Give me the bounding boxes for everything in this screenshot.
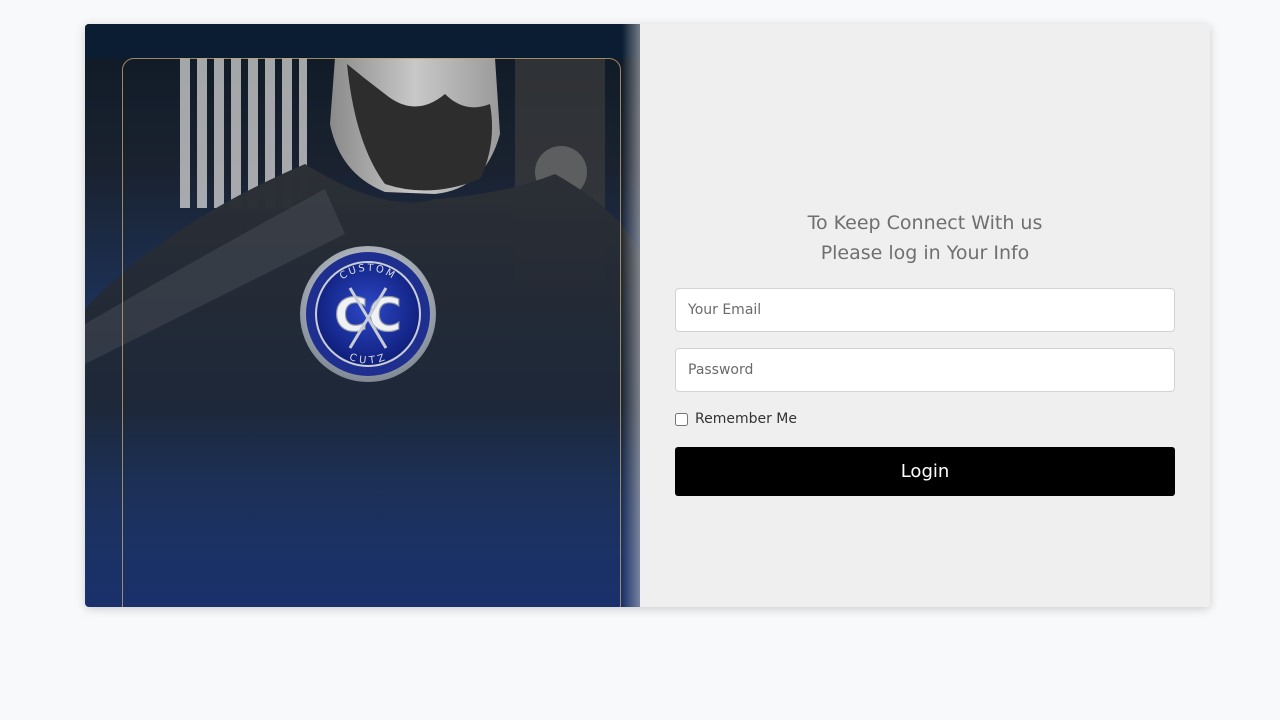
remember-me-row[interactable]: Remember Me	[675, 411, 797, 427]
hero-edge-fade	[622, 24, 640, 607]
remember-me-label: Remember Me	[695, 411, 797, 427]
login-form-panel: To Keep Connect With us Please log in Yo…	[640, 24, 1210, 607]
login-tagline: To Keep Connect With us Please log in Yo…	[807, 212, 1043, 264]
remember-me-checkbox[interactable]	[675, 412, 688, 426]
email-field[interactable]	[675, 288, 1175, 332]
login-button[interactable]: Login	[675, 447, 1175, 496]
hero-image-panel: CUSTOM CUTZ CC	[85, 24, 640, 607]
scissors-emblem-logo: CUSTOM CUTZ CC	[300, 246, 436, 382]
password-field[interactable]	[675, 348, 1175, 392]
login-card: CUSTOM CUTZ CC To Keep Connect With us P…	[85, 24, 1210, 607]
logo-initials: CC	[334, 288, 402, 342]
